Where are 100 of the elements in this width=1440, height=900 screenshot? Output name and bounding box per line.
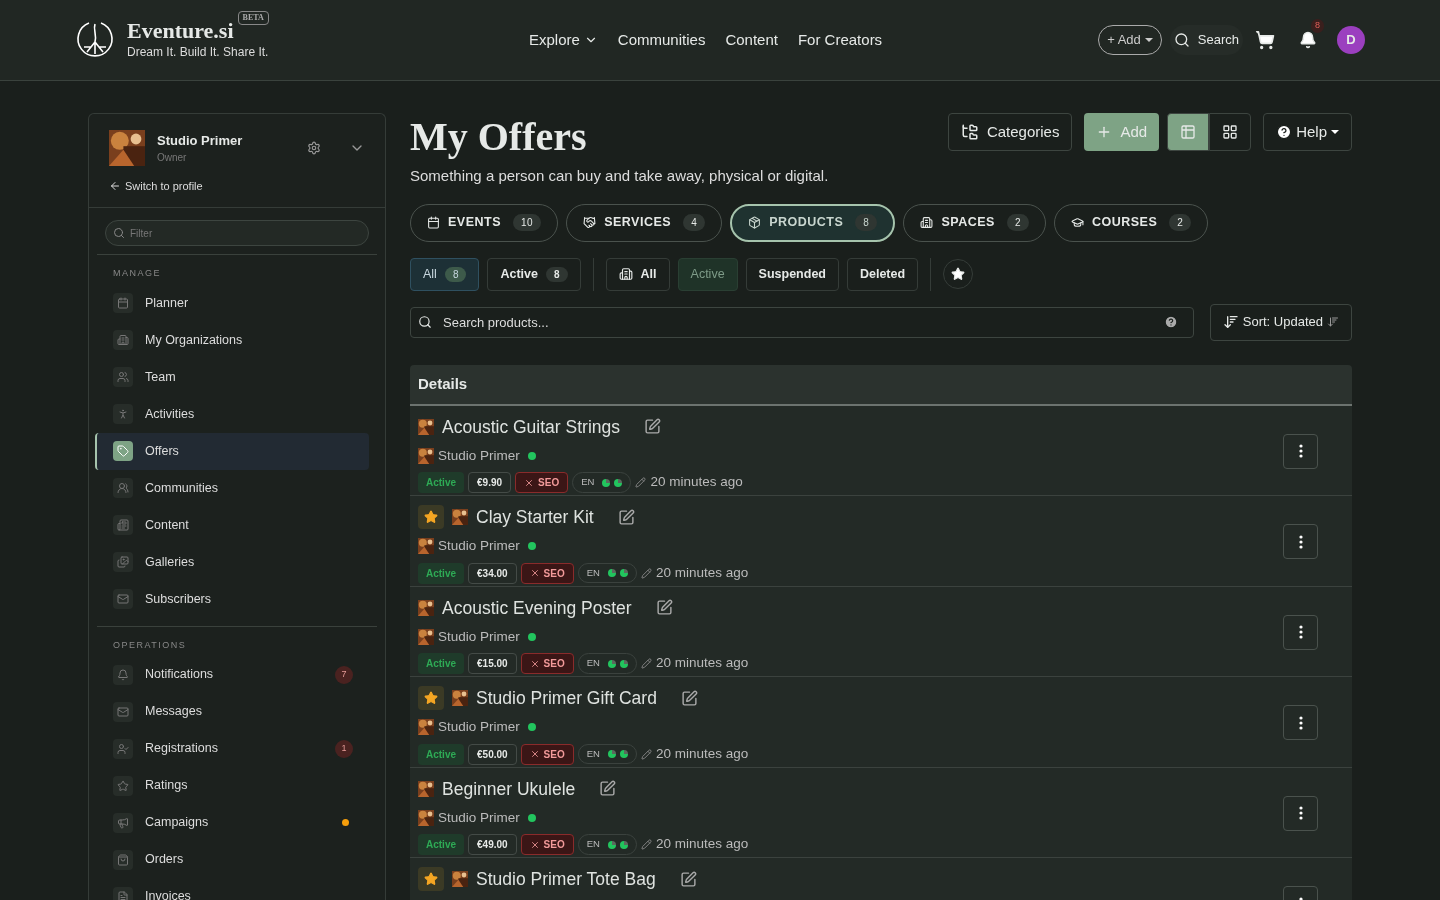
categories-button[interactable]: Categories — [947, 113, 1073, 151]
sidebar-item[interactable]: Campaigns — [105, 804, 369, 841]
offer-row[interactable]: Acoustic Evening Poster Studio Primer Active €15.00 SEO EN 20 minutes ago — [410, 586, 1352, 677]
sidebar-item[interactable]: Notifications 7 — [105, 656, 369, 693]
sidebar-item[interactable]: Team — [105, 358, 369, 396]
status-filter[interactable]: Active — [677, 257, 738, 291]
price-label: €9.90 — [468, 472, 512, 493]
offer-row[interactable]: Studio Primer Tote Bag — [410, 858, 1352, 900]
more-button[interactable] — [1283, 614, 1318, 650]
help-icon[interactable] — [1163, 314, 1178, 329]
count-badge: 8 — [444, 266, 467, 282]
cross-icon — [529, 568, 540, 578]
tab-icon — [583, 216, 597, 229]
sidebar-item[interactable]: Activities — [105, 395, 369, 433]
pencil-icon — [640, 839, 652, 850]
count-badge: 4 — [683, 214, 706, 231]
sidebar-item[interactable]: Invoices — [105, 878, 369, 900]
price-label: €34.00 — [468, 562, 517, 584]
offer-title[interactable]: Clay Starter Kit — [476, 504, 594, 531]
sidebar-item[interactable]: My Organizations — [105, 321, 369, 359]
status-filter[interactable]: Suspended — [745, 257, 839, 291]
sidebar-item[interactable]: Galleries — [105, 543, 369, 581]
seo-label: SEO — [520, 562, 574, 584]
search-icon — [113, 226, 125, 239]
sidebar-item[interactable]: Registrations 1 — [105, 730, 369, 767]
more-button[interactable] — [1283, 705, 1318, 740]
status-label: Active — [418, 472, 464, 493]
help-button[interactable]: Help — [1263, 113, 1352, 151]
nav-link[interactable]: For Creators — [797, 28, 883, 52]
scope-filter[interactable]: All 8 — [410, 257, 480, 291]
caret-icon — [1144, 38, 1153, 42]
item-icon — [113, 738, 133, 759]
more-icon — [1298, 806, 1303, 820]
sidebar-item[interactable]: Offers — [95, 432, 369, 470]
status-filter[interactable]: Deleted — [846, 257, 919, 291]
sort-direction-icon — [1327, 316, 1339, 328]
org-name: Studio Primer — [438, 808, 520, 827]
item-icon — [113, 664, 133, 685]
search-icon — [418, 314, 432, 329]
view-toggle[interactable] — [1167, 113, 1210, 151]
count-badge: 2 — [1006, 214, 1029, 231]
offer-row[interactable]: Beginner Ukulele Studio Primer Active €49.00 SEO EN 20 minutes ago — [410, 767, 1352, 858]
offer-title[interactable]: Studio Primer Gift Card — [476, 685, 657, 712]
edit-icon[interactable] — [679, 870, 697, 888]
status-filter[interactable]: All — [605, 257, 670, 291]
updated-time: 20 minutes ago — [655, 835, 749, 854]
offer-title[interactable]: Acoustic Evening Poster — [442, 594, 632, 621]
nav-link[interactable]: Explore — [529, 28, 598, 52]
switch-profile-link[interactable]: Switch to profile — [109, 178, 365, 195]
offer-title[interactable]: Beginner Ukulele — [442, 775, 576, 802]
nav-link[interactable]: Communities — [617, 28, 706, 52]
offer-row[interactable]: Clay Starter Kit Studio Primer Active €34.00 SEO EN 20 minutes ago — [410, 496, 1352, 587]
section-title: MANAGE — [112, 267, 162, 280]
brand-name[interactable]: Eventure.si — [127, 19, 234, 43]
sidebar-item[interactable]: Subscribers — [105, 580, 369, 618]
page-subtitle: Something a person can buy and take away, physical or digital. — [410, 166, 829, 186]
bell-icon[interactable] — [1299, 31, 1317, 49]
price-label: €15.00 — [468, 653, 517, 674]
edit-icon[interactable] — [599, 780, 617, 798]
sidebar-item[interactable]: Communities — [105, 469, 369, 507]
star-icon — [424, 691, 438, 706]
sidebar-item[interactable]: Content — [105, 506, 369, 544]
notification-count: 8 — [1311, 19, 1324, 33]
edit-icon[interactable] — [617, 508, 635, 526]
sidebar-item[interactable]: Ratings — [105, 767, 369, 804]
settings-icon[interactable] — [307, 141, 321, 155]
edit-icon[interactable] — [644, 418, 661, 436]
offer-row[interactable]: Acoustic Guitar Strings Studio Primer Active €9.90 SEO EN 20 minutes ago — [410, 405, 1352, 496]
star-icon — [424, 872, 438, 887]
cross-icon — [529, 658, 540, 669]
sidebar-item[interactable]: Messages — [105, 693, 369, 730]
cart-icon[interactable] — [1255, 30, 1275, 50]
nav-link[interactable]: Content — [725, 28, 778, 52]
offer-row[interactable]: Studio Primer Gift Card Studio Primer Active €50.00 SEO EN 20 minutes ago — [410, 677, 1352, 768]
more-button[interactable] — [1283, 795, 1318, 831]
view-toggle[interactable] — [1209, 113, 1252, 151]
search-field[interactable]: Search products... — [410, 306, 1194, 338]
sidebar-item[interactable]: Orders — [105, 841, 369, 878]
sort-icon — [1222, 314, 1239, 330]
search-button[interactable]: Search — [1169, 25, 1243, 55]
item-icon — [113, 441, 133, 461]
pencil-icon — [640, 567, 652, 579]
edit-icon[interactable] — [655, 599, 673, 617]
offer-title[interactable]: Studio Primer Tote Bag — [476, 866, 656, 893]
more-button[interactable] — [1283, 524, 1318, 559]
offer-title[interactable]: Acoustic Guitar Strings — [442, 413, 620, 440]
type-tab[interactable]: PRODUCTS 8 — [730, 203, 896, 242]
more-button[interactable] — [1283, 433, 1318, 469]
edit-icon[interactable] — [680, 689, 698, 707]
beta-badge: BETA — [237, 11, 269, 25]
sidebar-item[interactable]: Planner — [105, 284, 369, 322]
user-avatar[interactable]: D — [1337, 26, 1365, 54]
table-icon — [1180, 124, 1197, 140]
item-icon — [113, 478, 133, 498]
section-title: OPERATIONS — [112, 638, 188, 652]
scope-filter[interactable]: Active 8 — [487, 257, 581, 291]
filter-field[interactable]: Filter — [105, 220, 369, 246]
price-label: €50.00 — [468, 743, 517, 765]
sort-button[interactable]: Sort: Updated — [1209, 303, 1352, 341]
help-icon — [1276, 124, 1293, 140]
